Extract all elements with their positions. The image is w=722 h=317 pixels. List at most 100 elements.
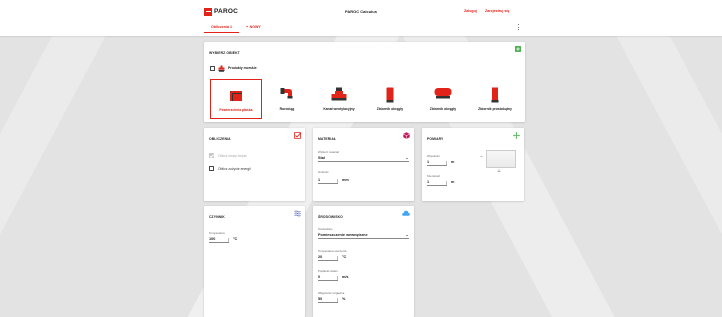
chevron-down-icon bbox=[406, 158, 408, 159]
plus-icon: + bbox=[245, 25, 249, 29]
width-value: 1 bbox=[427, 180, 430, 184]
humidity-unit: % bbox=[342, 297, 346, 301]
spinner[interactable] bbox=[446, 160, 447, 165]
spinner[interactable] bbox=[337, 255, 338, 260]
tab-bar: Obliczenia 1 + NOWY bbox=[204, 22, 268, 33]
card-title: CZYNNIK bbox=[209, 215, 225, 219]
width-input[interactable]: 1 bbox=[427, 180, 447, 186]
layers-icon bbox=[294, 210, 301, 217]
paroc-logo-mark bbox=[204, 7, 212, 16]
medium-card: CZYNNIK Temperatura 100 °C bbox=[204, 206, 305, 317]
marine-ship-icon bbox=[218, 65, 225, 72]
round-tank-horizontal-icon bbox=[434, 88, 452, 99]
environment-card: ŚRODOWISKO Środowisko Pomieszczenie wewn… bbox=[313, 206, 414, 317]
dimensions-card: POMIARY Wysokość 1 m Szerokość 1 m bbox=[422, 128, 524, 201]
height-value: 1 bbox=[427, 160, 430, 164]
wind-speed-value: 0 bbox=[318, 275, 321, 279]
product-ventilation-duct[interactable]: Kanał wentylacyjny bbox=[312, 79, 366, 119]
move-icon bbox=[513, 132, 520, 139]
spinner[interactable] bbox=[337, 275, 338, 280]
wind-speed-label: Prędkość wiatru bbox=[318, 269, 338, 273]
app-title: PAROC Calculus bbox=[345, 9, 377, 14]
heat-loss-checkbox bbox=[209, 153, 214, 158]
humidity-label: Wilgotność względna bbox=[318, 291, 345, 295]
flat-surface-icon bbox=[230, 91, 242, 101]
tab-new[interactable]: + NOWY bbox=[239, 22, 268, 33]
height-label: Wysokość bbox=[427, 154, 440, 158]
card-title: POMIARY bbox=[427, 137, 444, 141]
width-label: Szerokość bbox=[427, 174, 441, 178]
material-card: MATERIAŁ Wybierz materiał Stal Grubość 1… bbox=[313, 128, 414, 201]
product-label: Zbiornik okrągły bbox=[376, 107, 404, 111]
add-icon[interactable] bbox=[515, 46, 521, 52]
temperature-label: Temperatura bbox=[209, 231, 225, 235]
material-select[interactable]: Stal bbox=[318, 156, 409, 162]
height-marker-icon bbox=[480, 156, 483, 157]
wind-speed-input[interactable]: 0 bbox=[318, 275, 338, 281]
ventilation-duct-icon bbox=[331, 87, 347, 101]
product-round-tank-horizontal[interactable]: Zbiornik okrągły bbox=[420, 79, 466, 119]
product-flat-surface[interactable]: Powierzchnia płaska bbox=[210, 79, 262, 119]
energy-use-checkbox[interactable] bbox=[209, 166, 214, 171]
heat-loss-label: Oblicz straty ciepła bbox=[218, 153, 247, 158]
spinner[interactable] bbox=[337, 178, 338, 183]
login-link[interactable]: Zaloguj bbox=[464, 9, 477, 13]
logo-text: PAROC bbox=[214, 8, 238, 15]
card-title: WYBIERZ OBIEKT bbox=[209, 51, 240, 55]
environment-label: Środowisko bbox=[318, 227, 333, 231]
product-rectangular-tank[interactable]: Zbiornik prostokątny bbox=[467, 79, 523, 119]
wind-speed-unit: m/s bbox=[342, 275, 349, 279]
environment-value: Pomieszczenie wewnętrzne bbox=[318, 233, 368, 237]
paroc-logo[interactable]: PAROC bbox=[204, 7, 238, 16]
calculations-card: OBLICZENIA Oblicz straty ciepła Oblicz z… bbox=[204, 128, 305, 201]
check-icon bbox=[294, 132, 301, 139]
ambient-temperature-label: Temperatura otoczenia bbox=[318, 249, 347, 253]
product-pipeline[interactable]: Rurociąg bbox=[268, 79, 306, 119]
pipeline-icon bbox=[280, 88, 293, 99]
register-link[interactable]: Zarejestruj się bbox=[485, 9, 509, 13]
thickness-value: 1 bbox=[318, 178, 321, 182]
marine-products-label: Produkty morskie bbox=[228, 66, 257, 70]
more-menu-icon[interactable] bbox=[517, 24, 519, 30]
spinner[interactable] bbox=[446, 180, 447, 185]
product-label: Zbiornik okrągły bbox=[429, 107, 457, 111]
round-tank-vertical-icon bbox=[386, 87, 394, 103]
tab-label: NOWY bbox=[249, 25, 261, 29]
thickness-label: Grubość bbox=[318, 170, 329, 174]
tab-calculation-1[interactable]: Obliczenia 1 bbox=[204, 22, 239, 33]
tab-label: Obliczenia 1 bbox=[211, 25, 232, 29]
ambient-temperature-value: 20 bbox=[318, 255, 323, 259]
marine-products-checkbox[interactable] bbox=[210, 66, 215, 71]
product-label: Powierzchnia płaska bbox=[219, 108, 253, 112]
product-round-tank-vertical[interactable]: Zbiornik okrągły bbox=[367, 79, 413, 119]
top-bar: PAROC PAROC Calculus Zaloguj Zarejestruj… bbox=[0, 0, 722, 36]
thickness-input[interactable]: 1 bbox=[318, 178, 338, 184]
width-marker-icon bbox=[497, 169, 501, 172]
card-title: ŚRODOWISKO bbox=[318, 215, 343, 219]
width-unit: m bbox=[451, 180, 455, 184]
card-title: OBLICZENIA bbox=[209, 137, 231, 141]
temperature-input[interactable]: 100 bbox=[209, 237, 229, 243]
energy-use-label: Oblicz zużycie energii bbox=[218, 166, 251, 171]
chevron-down-icon bbox=[406, 235, 408, 236]
spinner[interactable] bbox=[228, 237, 229, 242]
height-input[interactable]: 1 bbox=[427, 160, 447, 166]
product-label: Zbiornik prostokątny bbox=[478, 107, 512, 111]
spinner[interactable] bbox=[337, 297, 338, 302]
height-unit: m bbox=[451, 160, 455, 164]
environment-select[interactable]: Pomieszczenie wewnętrzne bbox=[318, 233, 409, 239]
thickness-unit: mm bbox=[342, 178, 349, 182]
rectangular-tank-icon bbox=[491, 87, 499, 103]
product-label: Rurociąg bbox=[279, 107, 295, 111]
ambient-temperature-unit: °C bbox=[342, 255, 347, 259]
material-value: Stal bbox=[318, 156, 325, 160]
material-select-label: Wybierz materiał bbox=[318, 150, 339, 154]
temperature-value: 100 bbox=[209, 237, 216, 241]
humidity-input[interactable]: 50 bbox=[318, 297, 338, 303]
humidity-value: 50 bbox=[318, 297, 323, 301]
card-title: MATERIAŁ bbox=[318, 137, 337, 141]
dimensions-diagram bbox=[486, 150, 516, 168]
product-label: Kanał wentylacyjny bbox=[323, 107, 355, 111]
cube-icon bbox=[403, 132, 410, 139]
ambient-temperature-input[interactable]: 20 bbox=[318, 255, 338, 261]
